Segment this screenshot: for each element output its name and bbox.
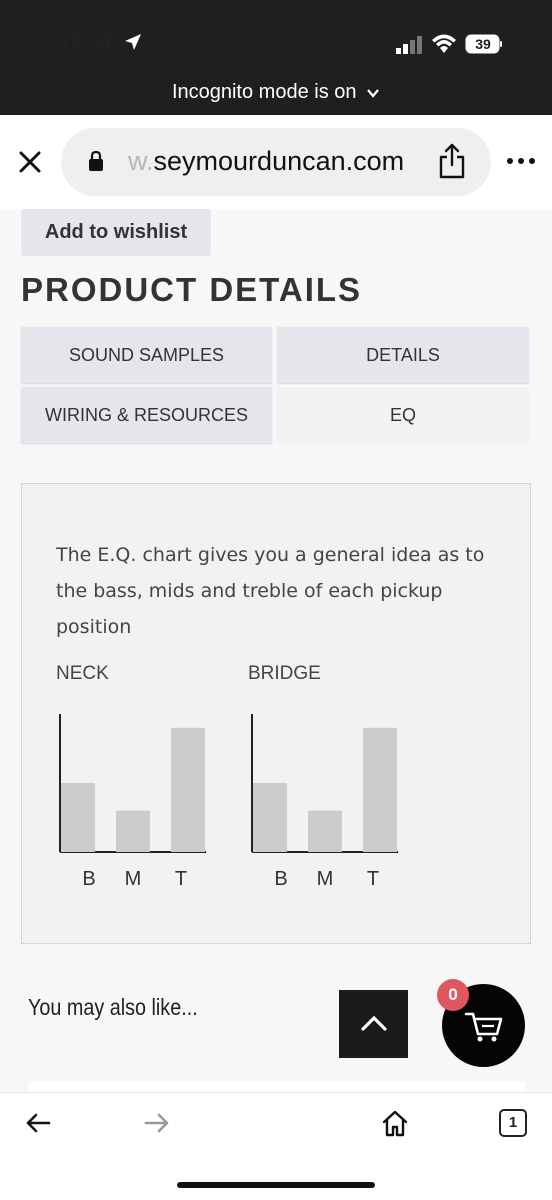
wifi-icon	[432, 34, 456, 53]
cart-icon	[464, 1012, 503, 1042]
bar-m	[308, 810, 342, 852]
you-may-also-like-heading: You may also like...	[28, 994, 198, 1020]
bar-t	[363, 727, 397, 852]
cellular-signal-icon	[396, 36, 422, 54]
battery-level: 39	[475, 36, 491, 52]
tab-details[interactable]: DETAILS	[277, 327, 529, 383]
status-time: 13:37	[58, 30, 115, 55]
eq-description: The E.Q. chart gives you a general idea …	[56, 544, 485, 638]
tick-label: T	[367, 868, 379, 890]
url-text: w.seymourduncan.com	[128, 146, 405, 176]
tick-label: B	[274, 868, 287, 890]
incognito-banner[interactable]: Incognito mode is on	[0, 81, 552, 104]
add-to-wishlist-button[interactable]: Add to wishlist	[21, 209, 211, 256]
bridge-chart-title: BRIDGE	[248, 663, 321, 684]
neck-eq-chart: BMT	[59, 714, 206, 890]
bridge-eq-chart: BMT	[251, 714, 398, 890]
bar-t	[171, 727, 205, 852]
cart-count-badge: 0	[437, 979, 469, 1011]
product-details-title: PRODUCT DETAILS	[21, 271, 363, 308]
forward-arrow-icon[interactable]	[143, 1109, 171, 1137]
tick-label: T	[175, 868, 187, 890]
recommendation-card[interactable]	[28, 1082, 525, 1092]
tab-sound-samples[interactable]: SOUND SAMPLES	[21, 327, 272, 383]
tab-eq[interactable]: EQ	[277, 387, 529, 443]
neck-chart-title: NECK	[56, 663, 109, 684]
tick-label: B	[82, 868, 95, 890]
incognito-text: Incognito mode is on	[171, 81, 357, 103]
close-icon[interactable]	[16, 148, 44, 176]
chevron-down-icon	[367, 89, 379, 98]
tick-label: M	[317, 868, 334, 890]
more-options-icon[interactable]	[506, 155, 536, 167]
location-arrow-icon	[125, 34, 141, 50]
bar-m	[116, 810, 150, 852]
tab-switcher-button[interactable]: 1	[499, 1109, 527, 1137]
bar-b	[253, 783, 287, 852]
chevron-up-icon	[361, 1015, 387, 1031]
share-icon[interactable]	[438, 143, 466, 179]
tick-label: M	[125, 868, 142, 890]
lock-icon	[89, 150, 103, 171]
bar-b	[61, 783, 95, 852]
back-arrow-icon[interactable]	[24, 1109, 52, 1137]
scroll-to-top-button[interactable]	[339, 990, 408, 1058]
home-indicator	[177, 1182, 375, 1188]
tab-wiring-resources[interactable]: WIRING & RESOURCES	[21, 387, 272, 443]
home-icon[interactable]	[381, 1109, 409, 1137]
